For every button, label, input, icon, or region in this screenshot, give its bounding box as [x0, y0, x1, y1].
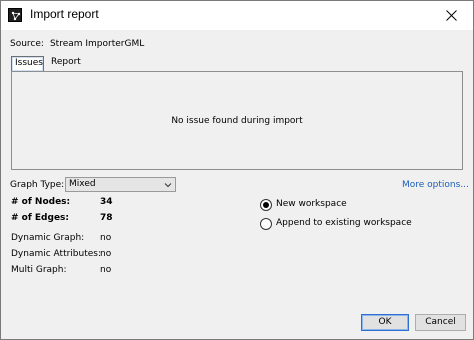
- issues-message: No issue found during import: [171, 115, 303, 126]
- close-icon: [445, 10, 457, 21]
- edges-label: # of Edges:: [11, 213, 69, 223]
- import-report-dialog: Import report Source: Stream ImporterGML …: [0, 0, 474, 340]
- chevron-down-icon: [164, 183, 172, 188]
- source-value: Stream ImporterGML: [49, 39, 145, 49]
- source-label: Source:: [10, 39, 44, 49]
- new-workspace-label: New workspace: [276, 199, 347, 209]
- gephi-icon: [8, 8, 22, 22]
- dynamic-attributes-value: no: [100, 249, 112, 259]
- issues-panel: No issue found during import: [11, 71, 463, 170]
- append-workspace-radio[interactable]: [260, 218, 272, 230]
- dynamic-graph-label: Dynamic Graph:: [11, 233, 85, 243]
- dynamic-graph-value: no: [100, 233, 112, 243]
- edges-value: 78: [100, 213, 113, 223]
- nodes-label: # of Nodes:: [11, 197, 71, 207]
- more-options-link[interactable]: More options...: [402, 180, 469, 190]
- ok-button[interactable]: OK: [361, 314, 409, 331]
- append-workspace-label: Append to existing workspace: [276, 218, 412, 228]
- window-title: Import report: [30, 7, 99, 21]
- multi-graph-value: no: [100, 265, 112, 275]
- tab-issues[interactable]: Issues: [11, 56, 44, 71]
- close-button[interactable]: [429, 1, 473, 30]
- graph-type-value: Mixed: [69, 179, 96, 189]
- nodes-value: 34: [100, 197, 113, 207]
- multi-graph-label: Multi Graph:: [11, 265, 67, 275]
- graph-type-select[interactable]: Mixed: [65, 177, 176, 192]
- tab-report[interactable]: Report: [48, 56, 81, 71]
- title-bar: Import report: [1, 1, 473, 30]
- cancel-button[interactable]: Cancel: [415, 314, 466, 331]
- dynamic-attributes-label: Dynamic Attributes:: [11, 249, 102, 259]
- source-row: Source: Stream ImporterGML: [10, 39, 150, 49]
- new-workspace-radio[interactable]: [260, 199, 272, 211]
- graph-type-label: Graph Type:: [10, 180, 65, 190]
